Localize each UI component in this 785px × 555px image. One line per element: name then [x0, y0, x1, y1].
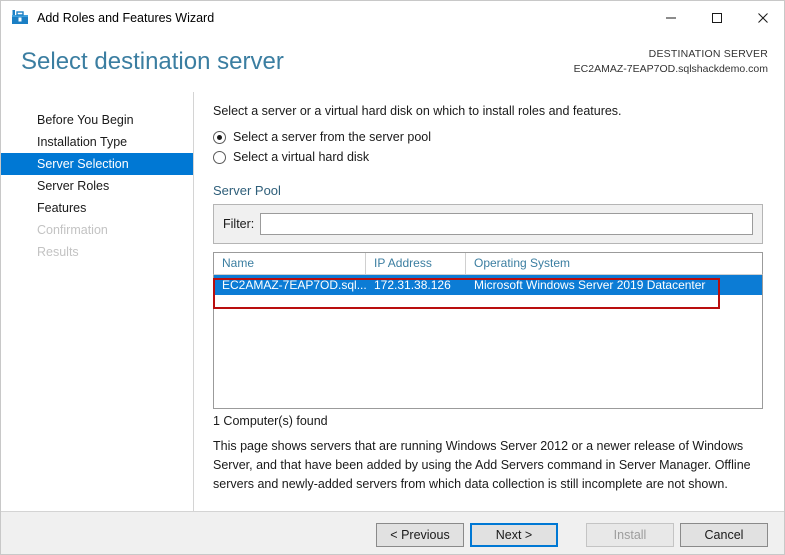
server-list-header: Name IP Address Operating System [213, 252, 763, 275]
footer-bar: < Previous Next > Install Cancel [1, 511, 784, 554]
destination-server-label: DESTINATION SERVER [648, 48, 768, 60]
sidebar-item-server-selection[interactable]: Server Selection [1, 153, 193, 175]
radio-mark-server-pool[interactable] [213, 130, 226, 144]
intro-text: Select a server or a virtual hard disk o… [213, 104, 622, 118]
cell-operating-system: Microsoft Windows Server 2019 Datacenter [474, 278, 706, 292]
computers-found-text: 1 Computer(s) found [213, 414, 328, 428]
table-row[interactable]: EC2AMAZ-7EAP7OD.sql... 172.31.38.126 Mic… [214, 275, 762, 295]
window-controls [648, 1, 784, 34]
filter-input[interactable] [260, 213, 753, 235]
cancel-button[interactable]: Cancel [680, 523, 768, 547]
sidebar-item-before-you-begin[interactable]: Before You Begin [1, 109, 193, 131]
filter-label: Filter: [223, 217, 255, 231]
page-header: Select destination server DESTINATION SE… [1, 34, 784, 92]
wizard-window: Add Roles and Features Wizard Select des… [0, 0, 785, 555]
next-button[interactable]: Next > [470, 523, 558, 547]
wizard-steps-sidebar: Before You Begin Installation Type Serve… [1, 92, 194, 511]
sidebar-item-results: Results [37, 245, 79, 259]
radio-select-virtual-hard-disk[interactable]: Select a virtual hard disk [213, 150, 369, 164]
close-icon[interactable] [740, 1, 784, 34]
install-button: Install [586, 523, 674, 547]
minimize-icon[interactable] [648, 1, 694, 34]
server-pool-group-label: Server Pool [213, 183, 281, 198]
radio-label-server-pool: Select a server from the server pool [233, 130, 431, 144]
wizard-toolbox-icon [11, 9, 29, 27]
cell-ip-address: 172.31.38.126 [374, 278, 451, 292]
radio-label-virtual-hard-disk: Select a virtual hard disk [233, 150, 370, 164]
sidebar-item-features[interactable]: Features [1, 197, 193, 219]
column-header-operating-system[interactable]: Operating System [466, 253, 762, 274]
main-content: Select a server or a virtual hard disk o… [194, 92, 784, 511]
maximize-icon[interactable] [694, 1, 740, 34]
sidebar-item-server-roles[interactable]: Server Roles [1, 175, 193, 197]
filter-panel: Filter: [213, 204, 763, 244]
radio-mark-virtual-hard-disk[interactable] [213, 150, 226, 164]
window-title: Add Roles and Features Wizard [37, 10, 215, 25]
radio-select-server-from-pool[interactable]: Select a server from the server pool [213, 130, 431, 144]
server-list-rows: EC2AMAZ-7EAP7OD.sql... 172.31.38.126 Mic… [213, 275, 763, 409]
previous-button[interactable]: < Previous [376, 523, 464, 547]
destination-server-name: EC2AMAZ-7EAP7OD.sqlshackdemo.com [573, 63, 768, 75]
column-header-ip-address[interactable]: IP Address [366, 253, 466, 274]
destination-server-block: DESTINATION SERVER EC2AMAZ-7EAP7OD.sqlsh… [574, 47, 768, 77]
body-area: Before You Begin Installation Type Serve… [1, 92, 784, 511]
cell-server-name: EC2AMAZ-7EAP7OD.sql... [222, 278, 366, 292]
title-bar: Add Roles and Features Wizard [1, 1, 784, 34]
sidebar-item-confirmation: Confirmation [37, 223, 108, 237]
footer-buttons: < Previous Next > Install Cancel [376, 523, 768, 547]
page-title: Select destination server [21, 48, 284, 75]
column-header-name[interactable]: Name [214, 253, 366, 274]
sidebar-item-installation-type[interactable]: Installation Type [1, 131, 193, 153]
description-text: This page shows servers that are running… [213, 439, 751, 491]
